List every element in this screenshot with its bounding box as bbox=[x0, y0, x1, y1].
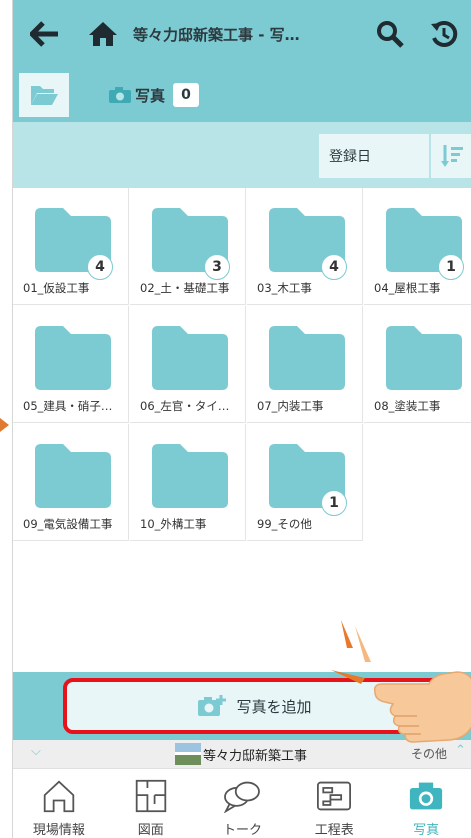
nav-talk[interactable]: トーク bbox=[197, 769, 289, 838]
nav-label: 写真 bbox=[413, 823, 440, 838]
folder-icon bbox=[152, 326, 228, 390]
nav-label: 図面 bbox=[137, 823, 164, 838]
folder-name: 04_屋根工事 bbox=[374, 281, 441, 295]
sort-order-button[interactable] bbox=[431, 134, 471, 178]
nav-drawings[interactable]: 図面 bbox=[105, 769, 197, 838]
nav-schedule[interactable]: 工程表 bbox=[288, 769, 380, 838]
page-title: 等々力邸新築工事 - 写… bbox=[133, 25, 300, 44]
add-photo-icon bbox=[198, 695, 227, 716]
pointing-hand-icon bbox=[373, 671, 471, 743]
sort-bar: 登録日 bbox=[13, 122, 471, 188]
folder-item[interactable]: 1 04_屋根工事 bbox=[364, 188, 471, 305]
camera-icon bbox=[109, 87, 131, 103]
folder-item[interactable]: 4 03_木工事 bbox=[247, 188, 363, 305]
home-icon bbox=[89, 22, 117, 46]
folder-item[interactable]: 1 99_その他 bbox=[247, 424, 363, 541]
photo-tab-label: 写真 bbox=[135, 86, 166, 105]
folder-name: 02_土・基礎工事 bbox=[140, 281, 230, 295]
folder-icon bbox=[35, 444, 111, 508]
search-icon bbox=[377, 21, 404, 48]
nav-site-info[interactable]: 現場情報 bbox=[13, 769, 105, 838]
photo-count-tab[interactable]: 写真 0 bbox=[109, 83, 200, 107]
folder-item[interactable]: 09_電気設備工事 bbox=[13, 424, 129, 541]
folder-icon bbox=[269, 326, 345, 390]
folder-item[interactable]: 05_建具・硝子工事 bbox=[13, 306, 129, 423]
folder-view-toggle[interactable] bbox=[19, 73, 69, 117]
nav-label: 現場情報 bbox=[32, 823, 85, 838]
annotation-arrow-mark bbox=[0, 418, 9, 432]
folder-icon bbox=[386, 326, 462, 390]
collapse-chevron-icon[interactable]: ⌵ bbox=[31, 744, 41, 759]
project-name[interactable]: 等々力邸新築工事 bbox=[203, 745, 307, 764]
nav-label: トーク bbox=[222, 823, 262, 838]
folder-photo-count: 4 bbox=[321, 254, 347, 280]
add-photo-label: 写真を追加 bbox=[236, 697, 312, 716]
folder-item[interactable]: 10_外構工事 bbox=[130, 424, 246, 541]
sort-descending-icon bbox=[440, 145, 463, 167]
folder-item[interactable]: 07_内装工事 bbox=[247, 306, 363, 423]
sort-field-select[interactable]: 登録日 bbox=[319, 134, 429, 178]
folder-name: 08_塗装工事 bbox=[374, 399, 441, 413]
history-button[interactable] bbox=[416, 0, 471, 68]
folder-photo-count: 3 bbox=[204, 254, 230, 280]
bottom-navigation: 現場情報 図面 トーク 工程表 写真 bbox=[13, 768, 471, 838]
folder-icon bbox=[152, 444, 228, 508]
folder-photo-count: 4 bbox=[87, 254, 113, 280]
project-thumbnail bbox=[175, 743, 201, 765]
home-button[interactable] bbox=[77, 0, 129, 68]
search-button[interactable] bbox=[364, 0, 416, 68]
other-menu-label[interactable]: その他 bbox=[411, 745, 447, 762]
back-button[interactable] bbox=[13, 0, 77, 68]
nav-photos[interactable]: 写真 bbox=[380, 769, 471, 838]
folder-name: 10_外構工事 bbox=[140, 517, 207, 531]
folder-item[interactable]: 3 02_土・基礎工事 bbox=[130, 188, 246, 305]
folder-name: 09_電気設備工事 bbox=[23, 517, 113, 531]
house-icon bbox=[43, 780, 75, 813]
folder-name: 05_建具・硝子工事 bbox=[23, 399, 123, 413]
folder-name: 07_内装工事 bbox=[257, 399, 324, 413]
folder-photo-count: 1 bbox=[438, 254, 464, 280]
folder-name: 99_その他 bbox=[257, 517, 312, 531]
folder-item[interactable]: 08_塗装工事 bbox=[364, 306, 471, 423]
folder-name: 03_木工事 bbox=[257, 281, 312, 295]
history-icon bbox=[431, 20, 458, 47]
arrow-left-icon bbox=[30, 21, 58, 47]
floorplan-icon bbox=[135, 779, 166, 813]
schedule-icon bbox=[317, 781, 352, 811]
app-screen: 等々力邸新築工事 - 写… 写真 0 登録日 4 01_仮設工事 3 02_土・… bbox=[12, 0, 471, 838]
camera-icon bbox=[409, 782, 443, 810]
photo-count-badge: 0 bbox=[173, 83, 200, 107]
folder-name: 01_仮設工事 bbox=[23, 281, 90, 295]
chat-icon bbox=[224, 781, 261, 813]
folder-photo-count: 1 bbox=[321, 490, 347, 516]
folder-item[interactable]: 4 01_仮設工事 bbox=[13, 188, 129, 305]
folder-icon bbox=[35, 326, 111, 390]
folder-item[interactable]: 06_左官・タイル工事 bbox=[130, 306, 246, 423]
folder-name: 06_左官・タイル工事 bbox=[140, 399, 240, 413]
sub-bar: 写真 0 bbox=[13, 68, 471, 122]
open-folder-icon bbox=[31, 86, 58, 105]
nav-label: 工程表 bbox=[314, 823, 354, 838]
top-bar: 等々力邸新築工事 - 写… bbox=[13, 0, 471, 68]
